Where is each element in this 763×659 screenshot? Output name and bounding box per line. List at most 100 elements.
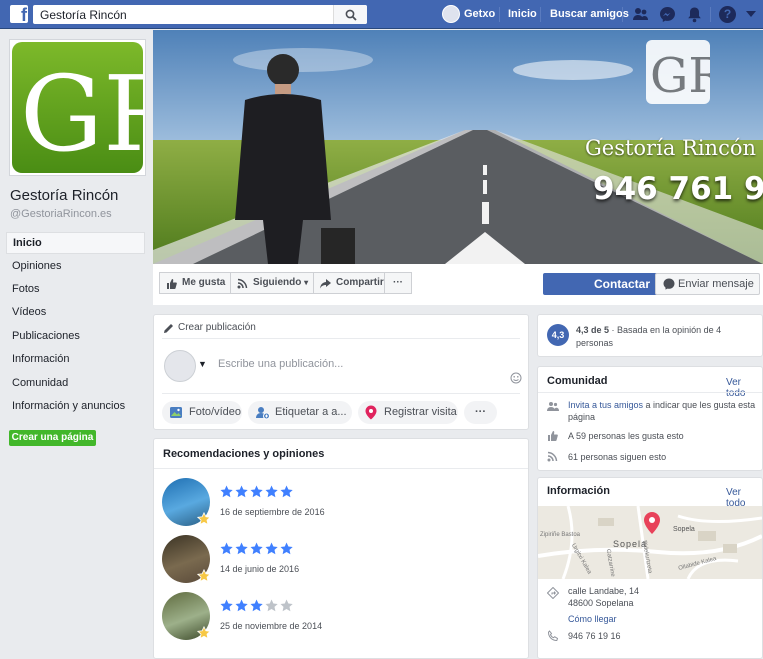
followers-count-text: 61 personas siguen esto bbox=[568, 452, 667, 462]
search-button[interactable] bbox=[333, 5, 367, 24]
information-card: Información Ver todo Sopela Sopela Zipir… bbox=[537, 477, 763, 659]
directions-link[interactable]: Cómo llegar bbox=[568, 614, 617, 624]
help-icon[interactable]: ? bbox=[719, 6, 736, 23]
community-card: Comunidad Ver todo Invita a tus amigos a… bbox=[537, 366, 763, 471]
photo-video-label: Foto/vídeo bbox=[189, 406, 241, 418]
rating-summary[interactable]: 4,3 de 5 · Basada en la opinión de 4 per… bbox=[576, 324, 756, 350]
top-navigation-bar: f Gestoría Rincón Getxo Inicio Buscar am… bbox=[0, 0, 763, 29]
home-link[interactable]: Inicio bbox=[508, 8, 537, 20]
messenger-icon[interactable] bbox=[659, 6, 676, 23]
address-line-2: 48600 Sopelana bbox=[568, 598, 634, 608]
facebook-logo-icon[interactable]: f bbox=[10, 5, 28, 23]
emoji-icon[interactable] bbox=[510, 372, 522, 384]
nav-divider bbox=[622, 7, 623, 22]
like-button[interactable]: Me gusta bbox=[159, 272, 231, 294]
page-handle[interactable]: @GestoriaRincon.es bbox=[10, 208, 112, 220]
review-item[interactable]: 14 de junio de 2016 bbox=[162, 535, 522, 585]
create-page-button[interactable]: Crear una página bbox=[9, 430, 96, 446]
following-label: Siguiendo bbox=[253, 277, 302, 288]
sidebar-item-informacion-anuncios[interactable]: Información y anuncios bbox=[6, 396, 145, 418]
create-post-title[interactable]: Crear publicación bbox=[178, 322, 256, 333]
user-avatar bbox=[442, 5, 460, 23]
notifications-bell-icon[interactable] bbox=[686, 6, 703, 23]
rating-card: 4,3 4,3 de 5 · Basada en la opinión de 4… bbox=[537, 314, 763, 357]
recommendation-star-icon bbox=[197, 569, 211, 583]
page-action-bar: Me gusta Siguiendo ▾ Compartir ··· Conta… bbox=[153, 264, 763, 305]
account-menu-chevron-icon[interactable] bbox=[746, 10, 756, 18]
review-item[interactable]: 25 de noviembre de 2014 bbox=[162, 592, 522, 642]
phone-number[interactable]: 946 76 19 16 bbox=[568, 631, 621, 641]
friend-requests-icon[interactable] bbox=[632, 6, 649, 23]
share-arrow-icon bbox=[320, 279, 331, 289]
nav-divider bbox=[499, 7, 500, 22]
review-date: 16 de septiembre de 2016 bbox=[220, 507, 325, 517]
nav-divider bbox=[710, 7, 711, 22]
divider bbox=[162, 393, 520, 394]
sidebar-item-comunidad[interactable]: Comunidad bbox=[6, 373, 145, 395]
empty-star-icon bbox=[280, 599, 293, 612]
information-title[interactable]: Información bbox=[547, 485, 610, 497]
page-profile-picture[interactable]: GR bbox=[9, 39, 146, 176]
friends-icon bbox=[547, 402, 559, 411]
thumbs-up-icon bbox=[548, 431, 558, 441]
tag-friends-label: Etiquetar a a... bbox=[275, 406, 347, 418]
invite-friends-link[interactable]: Invita a tus amigos bbox=[568, 400, 643, 410]
following-button[interactable]: Siguiendo ▾ bbox=[230, 272, 314, 294]
search-input[interactable]: Gestoría Rincón bbox=[40, 8, 127, 22]
search-bar[interactable]: Gestoría Rincón bbox=[33, 5, 367, 24]
map-town-small-label: Sopela bbox=[673, 526, 695, 533]
share-label: Compartir bbox=[336, 277, 384, 288]
sidebar-item-opiniones[interactable]: Opiniones bbox=[6, 256, 145, 278]
send-message-label: Enviar mensaje bbox=[678, 278, 754, 290]
post-input[interactable]: Escribe una publicación... bbox=[218, 358, 343, 370]
composer-avatar bbox=[164, 350, 196, 382]
review-date: 25 de noviembre de 2014 bbox=[220, 621, 323, 631]
review-item[interactable]: 16 de septiembre de 2016 bbox=[162, 478, 522, 528]
photo-icon bbox=[170, 407, 182, 418]
like-label: Me gusta bbox=[182, 277, 226, 288]
filled-star-icon bbox=[220, 599, 233, 612]
avatar-chevron-down-icon[interactable]: ▼ bbox=[198, 359, 207, 369]
filled-star-icon bbox=[265, 485, 278, 498]
filled-star-icon bbox=[265, 542, 278, 555]
recommendation-star-icon bbox=[197, 512, 211, 526]
sidebar-item-publicaciones[interactable]: Publicaciones bbox=[6, 326, 145, 348]
share-button[interactable]: Compartir bbox=[313, 272, 385, 294]
filled-star-icon bbox=[280, 542, 293, 555]
sidebar-item-fotos[interactable]: Fotos bbox=[6, 279, 145, 301]
photo-video-button[interactable]: Foto/vídeo bbox=[162, 401, 242, 424]
cover-photo[interactable]: GR Gestoría Rincón 946 761 916 bbox=[153, 30, 763, 264]
search-icon bbox=[345, 9, 357, 21]
composer-more-button[interactable]: ··· bbox=[464, 401, 497, 424]
location-map[interactable]: Sopela Sopela Zipiriñe Bastoa Urgitxi Ka… bbox=[538, 506, 762, 579]
likes-count-text: A 59 personas les gusta esto bbox=[568, 431, 684, 441]
community-title[interactable]: Comunidad bbox=[547, 375, 608, 387]
check-in-label: Registrar visita bbox=[384, 406, 457, 418]
filled-star-icon bbox=[280, 485, 293, 498]
check-in-button[interactable]: Registrar visita bbox=[358, 401, 458, 424]
invite-friends-text: Invita a tus amigos a indicar que les gu… bbox=[568, 399, 758, 423]
gestoria-logo-icon: GR bbox=[12, 42, 143, 173]
filled-star-icon bbox=[235, 542, 248, 555]
cover-brand-text: Gestoría Rincón bbox=[585, 136, 756, 160]
find-friends-link[interactable]: Buscar amigos bbox=[550, 8, 629, 20]
reviews-title[interactable]: Recomendaciones y opiniones bbox=[163, 448, 324, 460]
empty-star-icon bbox=[265, 599, 278, 612]
sidebar-item-informacion[interactable]: Información bbox=[6, 349, 145, 371]
rss-icon bbox=[547, 451, 558, 462]
filled-star-icon bbox=[250, 485, 263, 498]
sidebar-item-inicio[interactable]: Inicio bbox=[6, 232, 145, 254]
tag-friends-button[interactable]: Etiquetar a a... bbox=[248, 401, 352, 424]
community-see-all-link[interactable]: Ver todo bbox=[726, 377, 762, 399]
divider bbox=[154, 468, 528, 469]
directions-icon bbox=[547, 587, 559, 599]
rating-score-badge: 4,3 bbox=[547, 324, 569, 346]
rating-stars bbox=[220, 485, 293, 498]
sidebar-item-videos[interactable]: Vídeos bbox=[6, 302, 145, 324]
logo-text: GR bbox=[20, 53, 143, 173]
send-message-button[interactable]: Enviar mensaje bbox=[655, 273, 760, 295]
filled-star-icon bbox=[220, 542, 233, 555]
more-options-button[interactable]: ··· bbox=[384, 272, 412, 294]
page-title: Gestoría Rincón bbox=[10, 187, 119, 204]
rating-out-of: 4,3 de 5 bbox=[576, 325, 610, 335]
